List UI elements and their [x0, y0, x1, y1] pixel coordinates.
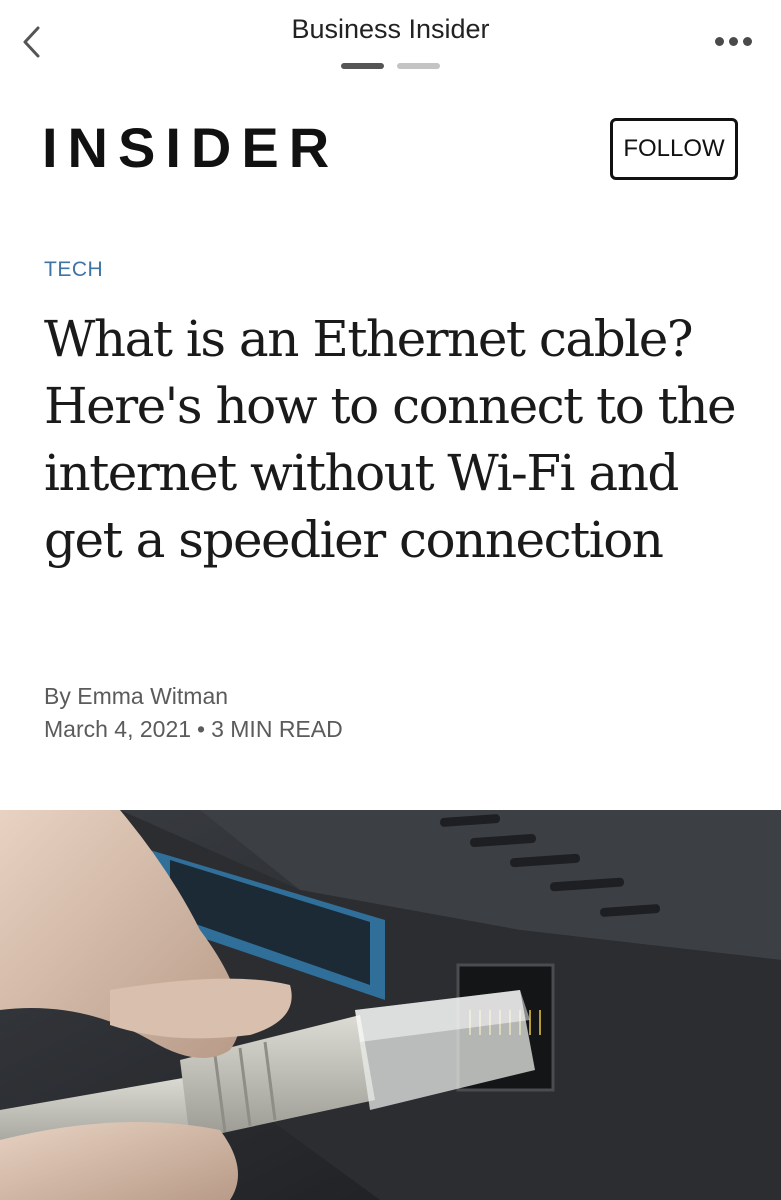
read-time: 3 MIN READ	[211, 716, 343, 742]
hero-image-illustration	[0, 810, 781, 1200]
publisher-logo[interactable]: INSIDER	[42, 112, 339, 184]
more-options-button[interactable]	[708, 26, 758, 56]
source-title: Business Insider	[291, 14, 490, 44]
publish-date: March 4, 2021	[44, 716, 192, 742]
page-indicator-active	[341, 63, 384, 69]
page-indicator-inactive[interactable]	[397, 63, 440, 69]
hero-image[interactable]	[0, 810, 781, 1200]
more-horizontal-icon	[714, 36, 724, 46]
category-label[interactable]: TECH	[44, 258, 103, 282]
article-meta: March 4, 2021 • 3 MIN READ	[44, 716, 343, 743]
app-top-bar: Business Insider	[0, 0, 781, 84]
article-headline: What is an Ethernet cable? Here's how to…	[44, 310, 737, 569]
follow-button[interactable]: FOLLOW	[610, 118, 738, 180]
byline: By Emma Witman	[44, 683, 229, 709]
meta-separator: •	[197, 716, 206, 742]
